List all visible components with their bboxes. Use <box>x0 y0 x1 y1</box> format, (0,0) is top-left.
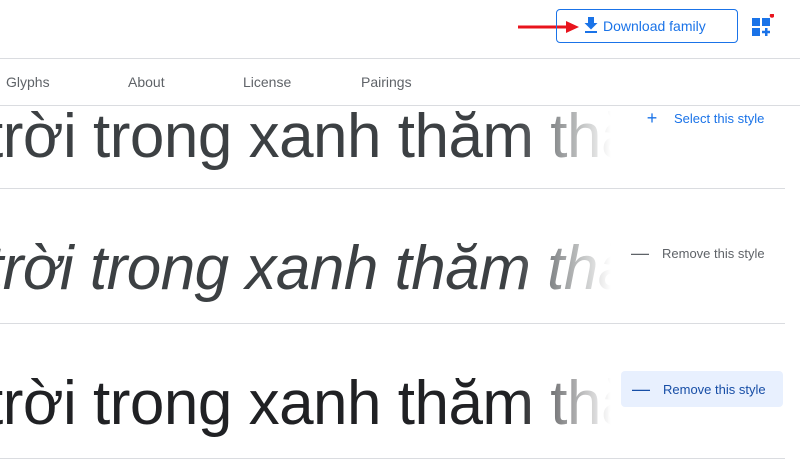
minus-icon: — <box>631 243 649 263</box>
plus-icon: + <box>646 108 658 128</box>
tab-bar: Glyphs About License Pairings <box>0 59 800 106</box>
select-style-label: Select this style <box>674 111 765 126</box>
tab-about[interactable]: About <box>128 74 165 90</box>
remove-style-label: Remove this style <box>663 381 766 397</box>
remove-this-style-button[interactable]: — Remove this style <box>628 243 765 264</box>
download-family-label: Download family <box>603 18 706 34</box>
font-sample-light: trời trong xanh thăm thẳm <box>0 102 687 171</box>
tab-glyphs[interactable]: Glyphs <box>6 74 50 90</box>
font-sample-regular: trời trong xanh thăm thẳm <box>0 369 687 438</box>
grid-plus-icon[interactable] <box>752 14 774 36</box>
remove-this-style-button-selected[interactable]: — Remove this style <box>621 371 783 407</box>
select-this-style-button[interactable]: + Select this style <box>640 108 765 129</box>
download-family-button[interactable]: Download family <box>556 9 738 43</box>
tab-license[interactable]: License <box>243 74 291 90</box>
font-sample-light-italic: trời trong xanh thăm thẳm <box>0 234 683 303</box>
download-icon <box>584 17 598 33</box>
top-bar: Download family <box>0 0 800 59</box>
minus-icon: — <box>632 378 650 399</box>
remove-style-label: Remove this style <box>662 246 765 261</box>
tab-pairings[interactable]: Pairings <box>361 74 412 90</box>
